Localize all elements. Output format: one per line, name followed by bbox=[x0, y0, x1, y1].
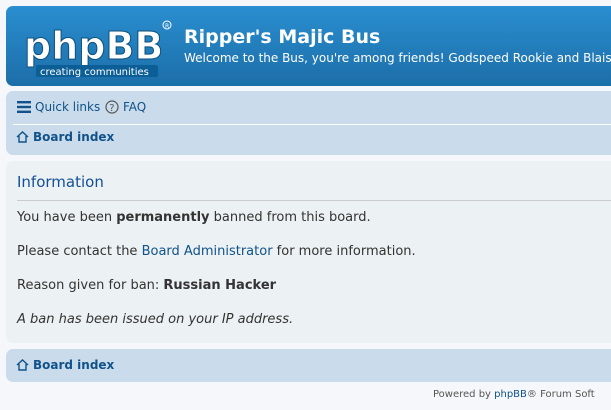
contact-prefix: Please contact the bbox=[17, 244, 142, 259]
home-icon bbox=[16, 131, 29, 143]
ban-reason-value: Russian Hacker bbox=[163, 278, 277, 293]
ban-statement-prefix: You have been bbox=[17, 210, 117, 225]
ban-statement-suffix: banned from this board. bbox=[209, 210, 371, 225]
breadcrumb-label: Board index bbox=[33, 130, 115, 144]
logo-wordmark: phpBB bbox=[24, 24, 163, 68]
site-description: Welcome to the Bus, you're among friends… bbox=[184, 51, 611, 65]
faq-link[interactable]: ? FAQ bbox=[105, 100, 146, 114]
site-title: Ripper's Majic Bus bbox=[184, 26, 381, 48]
logo-tagline: creating communities bbox=[40, 67, 149, 78]
ban-reason-label: Reason given for ban: bbox=[17, 278, 164, 293]
footer-breadcrumb-label: Board index bbox=[33, 358, 115, 372]
navbar-divider bbox=[13, 124, 611, 125]
breadcrumb-board-index[interactable]: Board index bbox=[16, 130, 114, 144]
contact-statement: Please contact the Board Administrator f… bbox=[17, 244, 416, 259]
site-header: phpBB R creating communities Ripper's Ma… bbox=[6, 6, 611, 86]
ban-type: permanently bbox=[116, 210, 210, 225]
hamburger-icon bbox=[17, 101, 31, 113]
powered-by-label: Powered by bbox=[433, 389, 495, 400]
message-divider bbox=[17, 200, 611, 201]
phpbb-logo[interactable]: phpBB R creating communities bbox=[22, 19, 172, 79]
home-icon bbox=[16, 359, 29, 371]
footer-breadcrumb-board-index[interactable]: Board index bbox=[16, 358, 114, 372]
svg-text:R: R bbox=[165, 23, 169, 30]
message-title: Information bbox=[17, 173, 104, 191]
message-panel: Information You have been permanently ba… bbox=[6, 161, 611, 343]
question-icon: ? bbox=[105, 100, 119, 114]
quick-links-menu[interactable]: Quick links bbox=[17, 100, 100, 114]
quick-links-label: Quick links bbox=[35, 100, 101, 114]
ban-statement: You have been permanently banned from th… bbox=[17, 210, 371, 225]
phpbb-link[interactable]: phpBB bbox=[494, 389, 527, 400]
footer-navbar: Board index bbox=[6, 349, 611, 382]
svg-text:?: ? bbox=[109, 103, 114, 114]
ip-ban-note: A ban has been issued on your IP address… bbox=[17, 312, 294, 327]
forum-software-label: ® Forum Soft bbox=[526, 389, 595, 400]
ban-reason: Reason given for ban: Russian Hacker bbox=[17, 278, 276, 293]
navbar: Quick links ? FAQ Board index bbox=[6, 91, 611, 155]
copyright-line: Powered by phpBB® Forum Soft bbox=[433, 389, 595, 400]
board-administrator-link[interactable]: Board Administrator bbox=[142, 244, 273, 259]
faq-label: FAQ bbox=[123, 100, 147, 114]
contact-suffix: for more information. bbox=[272, 244, 416, 259]
